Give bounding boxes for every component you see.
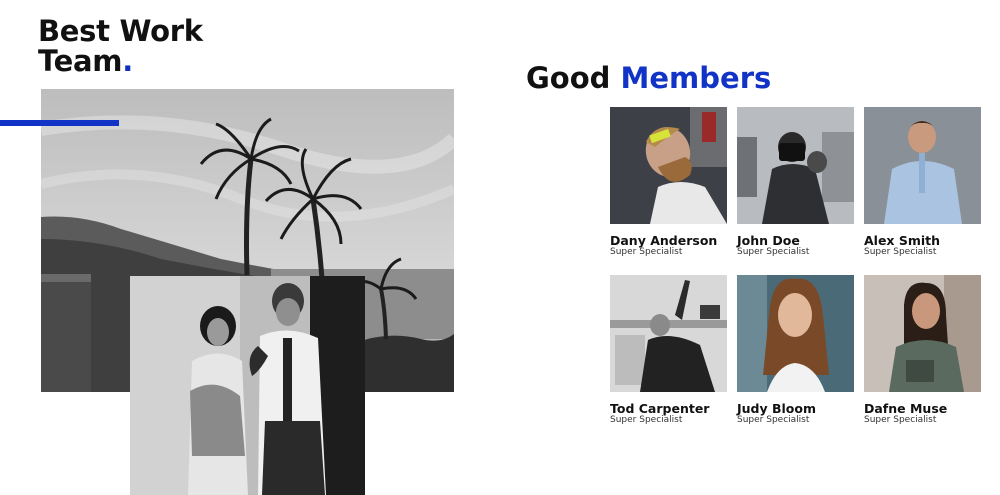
member-photo (737, 107, 854, 224)
member-role: Super Specialist (610, 247, 683, 257)
member-name: Tod Carpenter (610, 401, 710, 416)
title-members: Members (620, 61, 772, 95)
member-card[interactable]: Alex Smith Super Specialist (864, 107, 981, 257)
member-role: Super Specialist (737, 247, 810, 257)
member-card[interactable]: Tod Carpenter Super Specialist (610, 275, 727, 425)
member-portrait (864, 275, 981, 392)
member-card[interactable]: Dany Anderson Super Specialist (610, 107, 727, 257)
member-name: Dany Anderson (610, 233, 718, 248)
section-title-best-work-team: Best Work Team. (38, 16, 203, 76)
member-name: John Doe (737, 233, 800, 248)
member-card[interactable]: Dafne Muse Super Specialist (864, 275, 981, 425)
member-name: Alex Smith (864, 233, 941, 248)
member-name: Judy Bloom (737, 401, 817, 416)
member-role: Super Specialist (610, 415, 683, 425)
member-photo (864, 275, 981, 392)
member-role: Super Specialist (864, 247, 937, 257)
member-portrait (610, 275, 727, 392)
title-line-2-text: Team (38, 44, 123, 78)
member-portrait (737, 107, 854, 224)
title-line-1: Best Work (38, 14, 203, 48)
title-good: Good (526, 61, 611, 95)
accent-bar (0, 120, 119, 126)
two-people-illustration (130, 276, 365, 495)
member-photo (864, 107, 981, 224)
title-dot: . (122, 44, 133, 78)
section-title-good-members: Good Members (526, 60, 771, 96)
member-photo (610, 275, 727, 392)
member-card[interactable]: Judy Bloom Super Specialist (737, 275, 854, 425)
member-name: Dafne Muse (864, 401, 948, 416)
member-photo (737, 275, 854, 392)
team-photo-two-people (130, 276, 365, 495)
member-role: Super Specialist (737, 415, 810, 425)
member-portrait (610, 107, 727, 224)
member-role: Super Specialist (864, 415, 937, 425)
member-photo (610, 107, 727, 224)
title-line-2: Team. (38, 46, 203, 76)
member-portrait (737, 275, 854, 392)
member-card[interactable]: John Doe Super Specialist (737, 107, 854, 257)
member-portrait (864, 107, 981, 224)
